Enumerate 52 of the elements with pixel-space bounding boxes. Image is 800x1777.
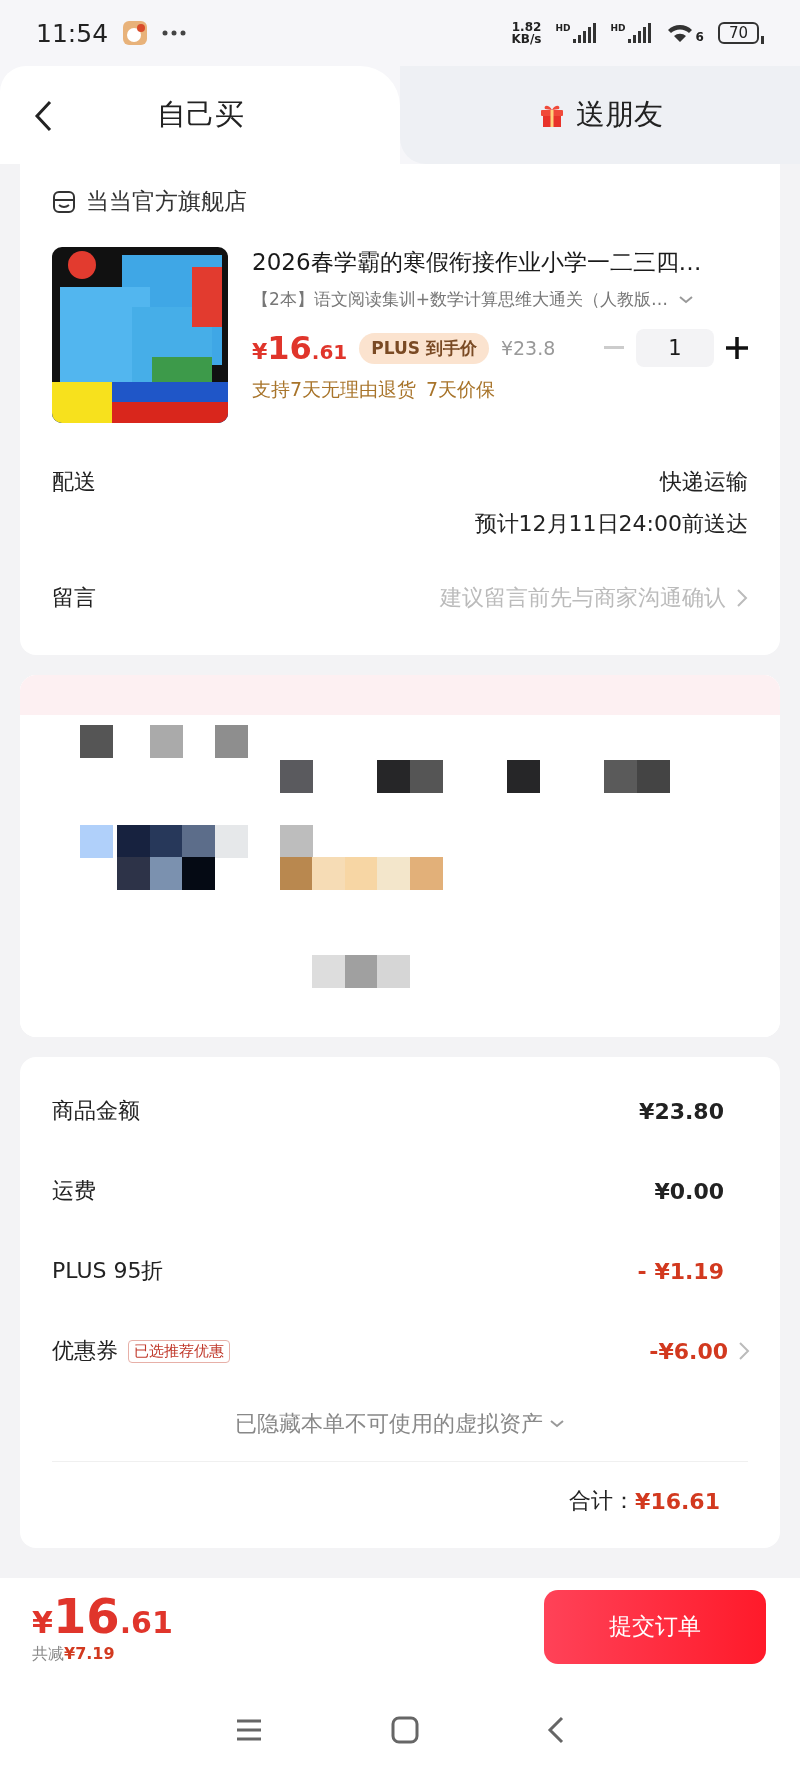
summary-label: 优惠券 <box>52 1337 118 1365</box>
original-price: ¥23.8 <box>500 337 556 359</box>
battery-tip-icon <box>761 36 764 44</box>
delivery-method[interactable]: 快递运输 <box>660 467 748 497</box>
summary-label: 商品金额 <box>52 1097 140 1125</box>
product-price: ¥16.61 <box>252 329 348 367</box>
saved-label: 共减 <box>32 1644 64 1665</box>
more-icon <box>162 30 187 36</box>
hd-label: HD <box>610 23 626 33</box>
chevron-right-icon <box>738 1341 750 1361</box>
summary-label: 运费 <box>52 1177 96 1205</box>
network-speed: 1.82 <box>511 21 542 33</box>
quantity-field[interactable]: 1 <box>636 329 714 367</box>
summary-value: ¥0.00 <box>654 1178 724 1204</box>
chevron-down-icon <box>678 294 695 305</box>
hidden-assets-toggle[interactable]: 已隐藏本单不可使用的虚拟资产 <box>235 1409 543 1439</box>
tab[interactable]: 自己买 <box>0 66 400 164</box>
network-speed-unit: KB/s <box>511 33 542 45</box>
app-notification-icon <box>122 20 149 46</box>
total-label: 合计： <box>569 1487 636 1515</box>
summary-label: PLUS 95折 <box>52 1257 164 1285</box>
back-icon[interactable] <box>34 100 52 132</box>
message-label: 留言 <box>52 584 96 612</box>
order-total-price: ¥16.61 <box>32 1588 173 1644</box>
signal-icon <box>572 23 597 43</box>
service-label: 7天价保 <box>426 377 496 402</box>
coupon-tag: 已选推荐优惠 <box>128 1339 230 1363</box>
wifi-label: 6 <box>695 30 704 44</box>
menu-icon[interactable] <box>235 1718 263 1742</box>
chevron-right-icon <box>736 588 748 608</box>
status-time: 11:54 <box>36 18 109 48</box>
product-title[interactable]: 2026春学霸的寒假衔接作业小学一二三四… <box>252 247 748 278</box>
plus-price-badge: PLUS 到手价 <box>359 332 489 364</box>
summary-value[interactable]: -¥6.00 <box>649 1338 728 1364</box>
delivery-label: 配送 <box>52 468 96 496</box>
saved-amount: ¥7.19 <box>64 1644 115 1663</box>
summary-value: - ¥1.19 <box>637 1258 724 1284</box>
hd-label: HD <box>555 23 571 33</box>
product-spec[interactable]: 【2本】语文阅读集训+数学计算思维大通关（人教版… <box>252 288 669 311</box>
signal-icon <box>627 23 652 43</box>
home-icon[interactable] <box>391 1716 419 1744</box>
tab[interactable]: 送朋友 <box>400 66 800 164</box>
submit-order-button[interactable]: 提交订单 <box>544 1589 766 1664</box>
plus-button[interactable] <box>726 337 748 359</box>
chevron-down-icon <box>549 1419 565 1429</box>
summary-value: ¥23.80 <box>639 1098 724 1124</box>
service-label: 支持7天无理由退货 <box>252 377 417 402</box>
battery-level: 70 <box>717 22 759 44</box>
store-name[interactable]: 当当官方旗舰店 <box>86 186 247 217</box>
store-icon <box>52 189 76 214</box>
total-value: ¥16.61 <box>635 1488 720 1514</box>
delivery-eta: 预计12月11日24:00前送达 <box>474 510 748 538</box>
